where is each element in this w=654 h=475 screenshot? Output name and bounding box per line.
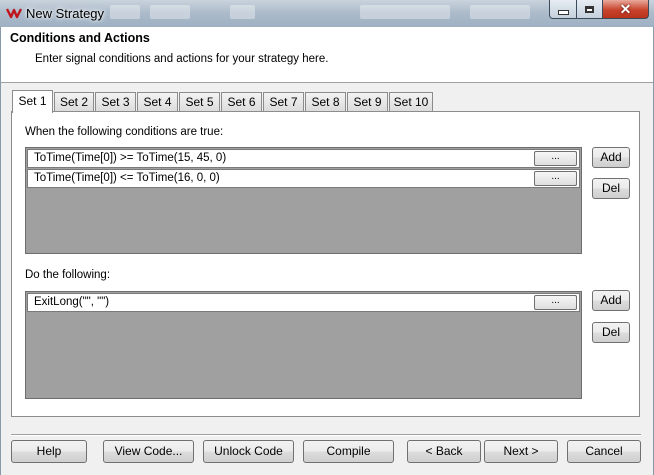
conditions-label: When the following conditions are true: — [25, 126, 224, 138]
condition-text: ToTime(Time[0]) >= ToTime(15, 45, 0) — [34, 152, 227, 164]
edit-condition-button[interactable]: ... — [534, 151, 577, 166]
page-subtitle: Enter signal conditions and actions for … — [35, 53, 329, 65]
page-title: Conditions and Actions — [10, 31, 150, 45]
condition-row[interactable]: ToTime(Time[0]) >= ToTime(15, 45, 0) ... — [27, 149, 580, 168]
tab-set-2[interactable]: Set 2 — [54, 92, 94, 111]
back-button[interactable]: < Back — [407, 440, 481, 463]
next-button[interactable]: Next > — [484, 440, 558, 463]
condition-text: ToTime(Time[0]) <= ToTime(16, 0, 0) — [34, 172, 220, 184]
title-bar[interactable]: New Strategy ✕ — [0, 0, 654, 27]
edit-condition-button[interactable]: ... — [534, 171, 577, 186]
maximize-icon — [585, 5, 594, 13]
delete-action-button[interactable]: Del — [592, 322, 630, 343]
action-text: ExitLong("", "") — [34, 296, 110, 308]
button-bar: Help View Code... Unlock Code Compile < … — [1, 427, 653, 475]
actions-list[interactable]: ExitLong("", "") ... — [25, 291, 582, 399]
tab-set-6[interactable]: Set 6 — [221, 92, 262, 111]
minimize-icon — [557, 9, 569, 15]
add-condition-button[interactable]: Add — [592, 147, 630, 168]
view-code-button[interactable]: View Code... — [103, 440, 194, 463]
footer-divider — [11, 434, 641, 436]
app-logo-icon — [6, 8, 22, 19]
tab-set-5[interactable]: Set 5 — [179, 92, 220, 111]
unlock-code-button[interactable]: Unlock Code — [203, 440, 294, 463]
close-icon: ✕ — [619, 1, 632, 17]
tab-set-7[interactable]: Set 7 — [263, 92, 304, 111]
action-row[interactable]: ExitLong("", "") ... — [27, 293, 580, 312]
cancel-button[interactable]: Cancel — [567, 440, 641, 463]
tab-set-1[interactable]: Set 1 — [12, 90, 53, 113]
tab-set-8[interactable]: Set 8 — [305, 92, 346, 111]
condition-row[interactable]: ToTime(Time[0]) <= ToTime(16, 0, 0) ... — [27, 169, 580, 188]
add-action-button[interactable]: Add — [592, 290, 630, 311]
tab-set-3[interactable]: Set 3 — [95, 92, 136, 111]
tab-set-4[interactable]: Set 4 — [137, 92, 178, 111]
tab-set-9[interactable]: Set 9 — [347, 92, 388, 111]
close-button[interactable]: ✕ — [602, 0, 649, 19]
edit-action-button[interactable]: ... — [534, 295, 577, 310]
conditions-list[interactable]: ToTime(Time[0]) >= ToTime(15, 45, 0) ...… — [25, 147, 582, 254]
window-title: New Strategy — [26, 6, 105, 21]
maximize-button[interactable] — [576, 0, 603, 19]
minimize-button[interactable] — [549, 0, 577, 19]
tab-set-10[interactable]: Set 10 — [389, 92, 433, 111]
dialog-body: Conditions and Actions Enter signal cond… — [0, 27, 654, 475]
delete-condition-button[interactable]: Del — [592, 178, 630, 199]
compile-button[interactable]: Compile — [303, 440, 394, 463]
tab-panel-set-1: When the following conditions are true: … — [11, 111, 640, 417]
actions-label: Do the following: — [25, 269, 111, 281]
help-button[interactable]: Help — [11, 440, 87, 463]
header-panel: Conditions and Actions Enter signal cond… — [1, 27, 653, 83]
